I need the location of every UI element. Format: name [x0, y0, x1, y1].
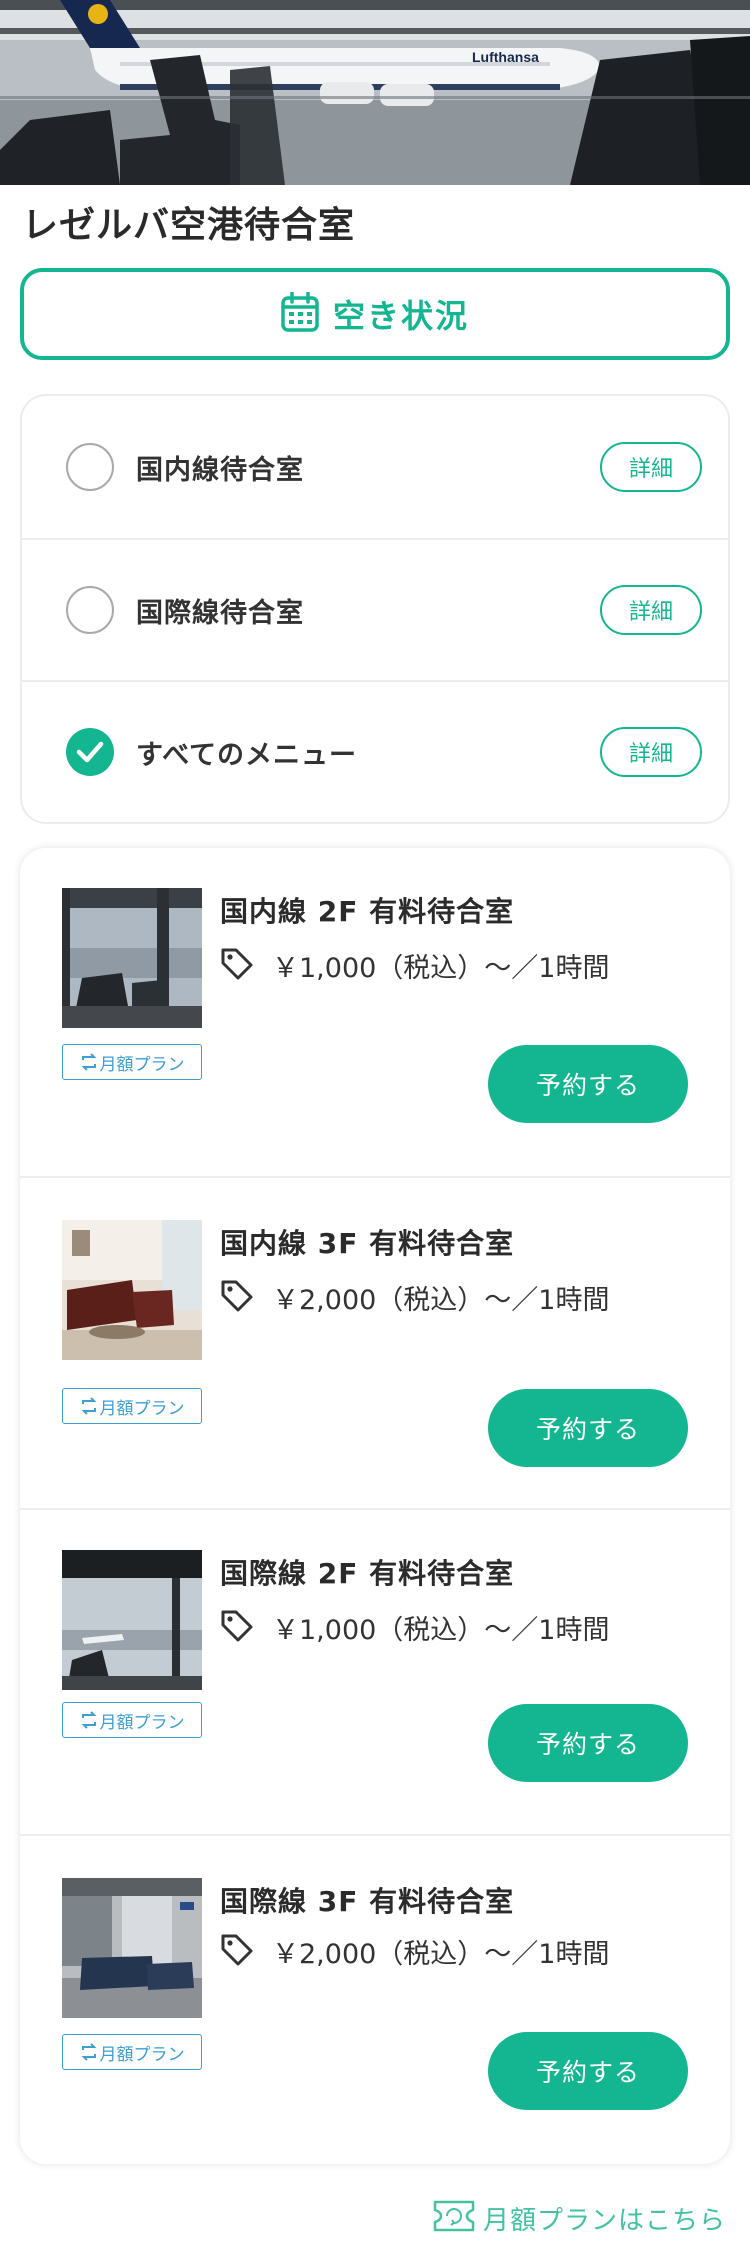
lounge-title: 国内線 3F 有料待合室: [220, 1227, 515, 1260]
lounge-price: ￥1,000（税込）〜／1時間: [272, 953, 610, 984]
repeat-icon: [81, 2043, 96, 2061]
filter-row-all[interactable]: すべてのメニュー 詳細: [22, 680, 728, 822]
monthly-plan-badge-label: 月額プラン: [99, 1054, 185, 1075]
lounge-thumbnail: [62, 1878, 202, 2018]
lounge-thumbnail: [62, 888, 202, 1028]
lounge-filter-card: 国内線待合室 詳細 国際線待合室 詳細 すべてのメニュー 詳細: [20, 394, 730, 824]
radio-button[interactable]: [66, 443, 114, 491]
lounge-title: 国際線 2F 有料待合室: [220, 1557, 515, 1590]
lounge-title: 国内線 2F 有料待合室: [220, 895, 515, 928]
lounge-item: 国内線 2F 有料待合室 ￥1,000（税込）〜／1時間 月額プラン 予約する: [20, 848, 730, 1176]
monthly-plan-badge: 月額プラン: [62, 1388, 202, 1424]
lounge-list: 国内線 2F 有料待合室 ￥1,000（税込）〜／1時間 月額プラン 予約する: [20, 848, 730, 2164]
lounge-title: 国際線 3F 有料待合室: [220, 1885, 515, 1918]
monthly-plan-badge: 月額プラン: [62, 2034, 202, 2070]
filter-row-domestic[interactable]: 国内線待合室 詳細: [22, 396, 728, 538]
repeat-icon: [81, 1711, 96, 1729]
lounge-price: ￥2,000（税込）〜／1時間: [272, 1939, 610, 1970]
price-row: ￥2,000（税込）〜／1時間: [220, 1932, 609, 1971]
lounge-price: ￥1,000（税込）〜／1時間: [272, 1615, 610, 1646]
price-tag-icon: [220, 1609, 254, 1647]
filter-label: 国内線待合室: [136, 454, 304, 486]
price-tag-icon: [220, 947, 254, 985]
page-title: レゼルバ空港待合室: [22, 205, 356, 246]
reserve-button[interactable]: 予約する: [488, 1704, 688, 1782]
radio-button[interactable]: [66, 586, 114, 634]
reserve-button[interactable]: 予約する: [488, 2032, 688, 2110]
lounge-price: ￥2,000（税込）〜／1時間: [272, 1285, 610, 1316]
hero-brand-text: Lufthansa: [472, 49, 539, 65]
price-tag-icon: [220, 1279, 254, 1317]
price-tag-icon: [220, 1933, 254, 1971]
detail-button[interactable]: 詳細: [600, 727, 702, 777]
monthly-plan-badge-label: 月額プラン: [99, 1712, 185, 1733]
repeat-icon: [81, 1397, 96, 1415]
monthly-plan-badge-label: 月額プラン: [99, 2044, 185, 2065]
price-row: ￥1,000（税込）〜／1時間: [220, 946, 609, 985]
lounge-item: 国内線 3F 有料待合室 ￥2,000（税込）〜／1時間 月額プラン 予約する: [20, 1176, 730, 1508]
filter-label: 国際線待合室: [136, 597, 304, 629]
monthly-plan-badge: 月額プラン: [62, 1702, 202, 1738]
monthly-plan-badge-label: 月額プラン: [99, 1398, 185, 1419]
radio-button-checked[interactable]: [66, 728, 114, 776]
lounge-item: 国際線 2F 有料待合室 ￥1,000（税込）〜／1時間 月額プラン 予約する: [20, 1508, 730, 1834]
lounge-thumbnail: [62, 1220, 202, 1360]
availability-button[interactable]: 空き状況: [20, 268, 730, 360]
price-row: ￥1,000（税込）〜／1時間: [220, 1608, 609, 1647]
filter-row-international[interactable]: 国際線待合室 詳細: [22, 538, 728, 680]
reserve-button[interactable]: 予約する: [488, 1389, 688, 1467]
lounge-thumbnail: [62, 1550, 202, 1690]
monthly-plan-link[interactable]: 月額プランはこちら: [429, 2192, 726, 2244]
monthly-plan-badge: 月額プラン: [62, 1044, 202, 1080]
lounge-item: 国際線 3F 有料待合室 ￥2,000（税込）〜／1時間 月額プラン 予約する: [20, 1834, 730, 2164]
calendar-icon: [281, 291, 319, 336]
price-row: ￥2,000（税込）〜／1時間: [220, 1278, 609, 1317]
reserve-button[interactable]: 予約する: [488, 1045, 688, 1123]
detail-button[interactable]: 詳細: [600, 442, 702, 492]
monthly-plan-link-label: 月額プランはこちら: [482, 2205, 726, 2236]
availability-button-label: 空き状況: [332, 297, 469, 335]
check-icon: [76, 741, 104, 763]
detail-button[interactable]: 詳細: [600, 585, 702, 635]
repeat-icon: [81, 1053, 96, 1071]
ticket-icon: [429, 2192, 479, 2244]
hero-image: Lufthansa: [0, 0, 750, 185]
filter-label: すべてのメニュー: [136, 739, 358, 771]
